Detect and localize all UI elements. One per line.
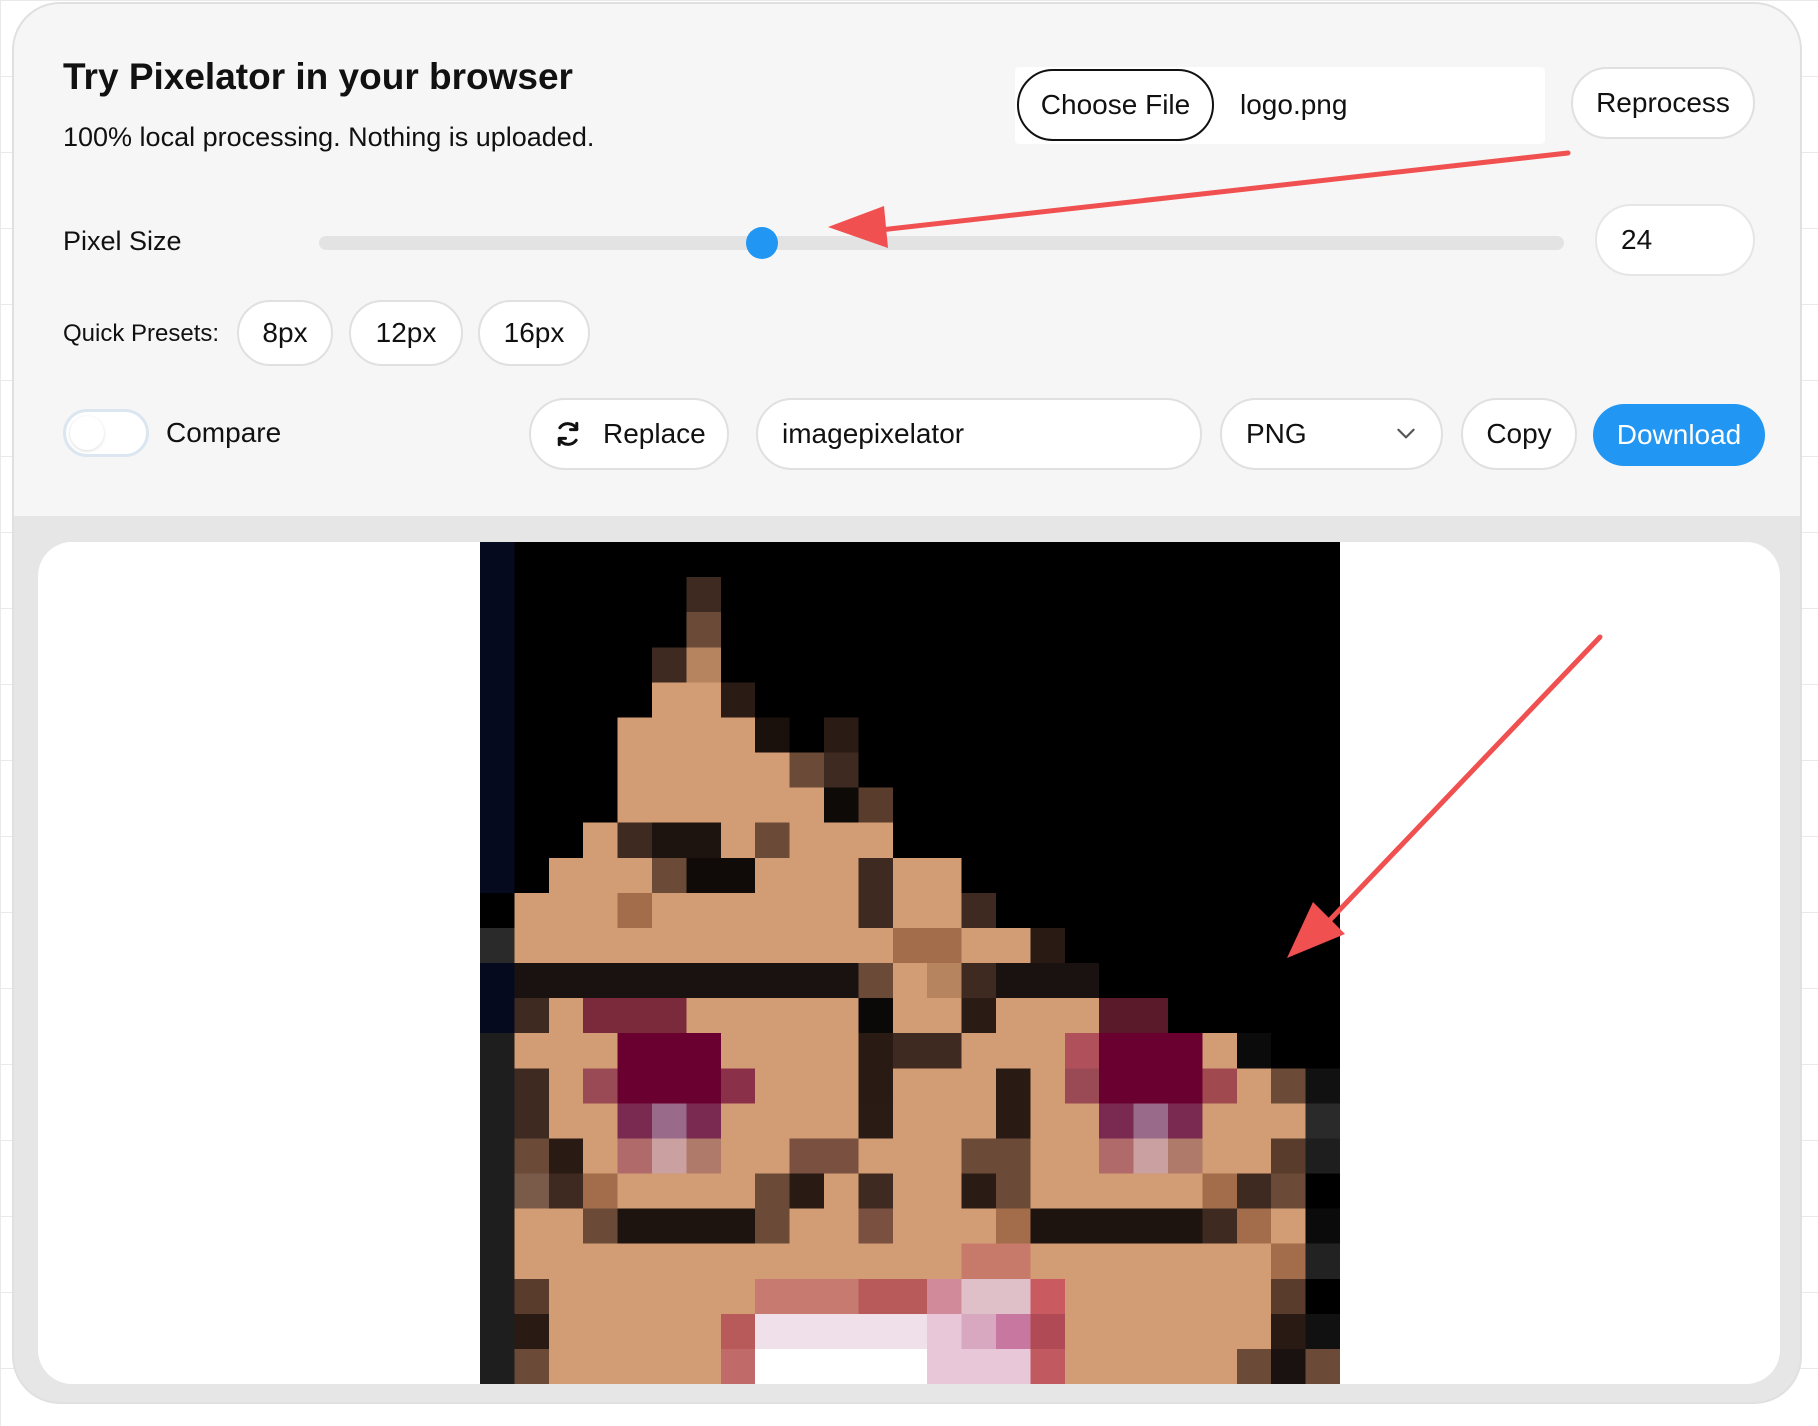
controls-section: Try Pixelator in your browser 100% local… (14, 4, 1800, 516)
output-filename-input[interactable]: imagepixelator (756, 398, 1202, 470)
download-button[interactable]: Download (1593, 404, 1765, 466)
copy-button[interactable]: Copy (1461, 398, 1577, 470)
page-subtitle: 100% local processing. Nothing is upload… (63, 122, 595, 152)
quick-presets-label: Quick Presets: (63, 320, 220, 347)
preset-8px-button[interactable]: 8px (237, 300, 333, 366)
pixelated-image (480, 542, 1340, 1384)
compare-label: Compare (166, 417, 282, 448)
selected-file-name: logo.png (1240, 89, 1348, 120)
format-value: PNG (1246, 418, 1307, 449)
pixelator-panel: Try Pixelator in your browser 100% local… (12, 2, 1802, 1404)
file-input[interactable]: Choose File logo.png (1015, 67, 1545, 144)
pixel-size-slider[interactable] (319, 227, 1564, 259)
chevron-down-icon (1397, 428, 1415, 439)
slider-thumb[interactable] (746, 227, 779, 259)
page-title: Try Pixelator in your browser (63, 56, 573, 97)
preview-canvas (38, 542, 1780, 1384)
replace-button[interactable]: Replace (529, 398, 729, 470)
choose-file-button[interactable]: Choose File (1017, 69, 1214, 141)
preset-12px-button[interactable]: 12px (349, 300, 463, 366)
refresh-icon (557, 421, 579, 447)
pixel-size-label: Pixel Size (63, 226, 182, 256)
preset-16px-button[interactable]: 16px (478, 300, 590, 366)
pixel-size-input[interactable]: 24 (1595, 204, 1755, 276)
reprocess-button[interactable]: Reprocess (1571, 67, 1755, 139)
toggle-knob (70, 416, 104, 450)
replace-label: Replace (603, 418, 706, 449)
format-select[interactable]: PNG (1220, 398, 1443, 470)
compare-toggle[interactable] (63, 409, 149, 457)
